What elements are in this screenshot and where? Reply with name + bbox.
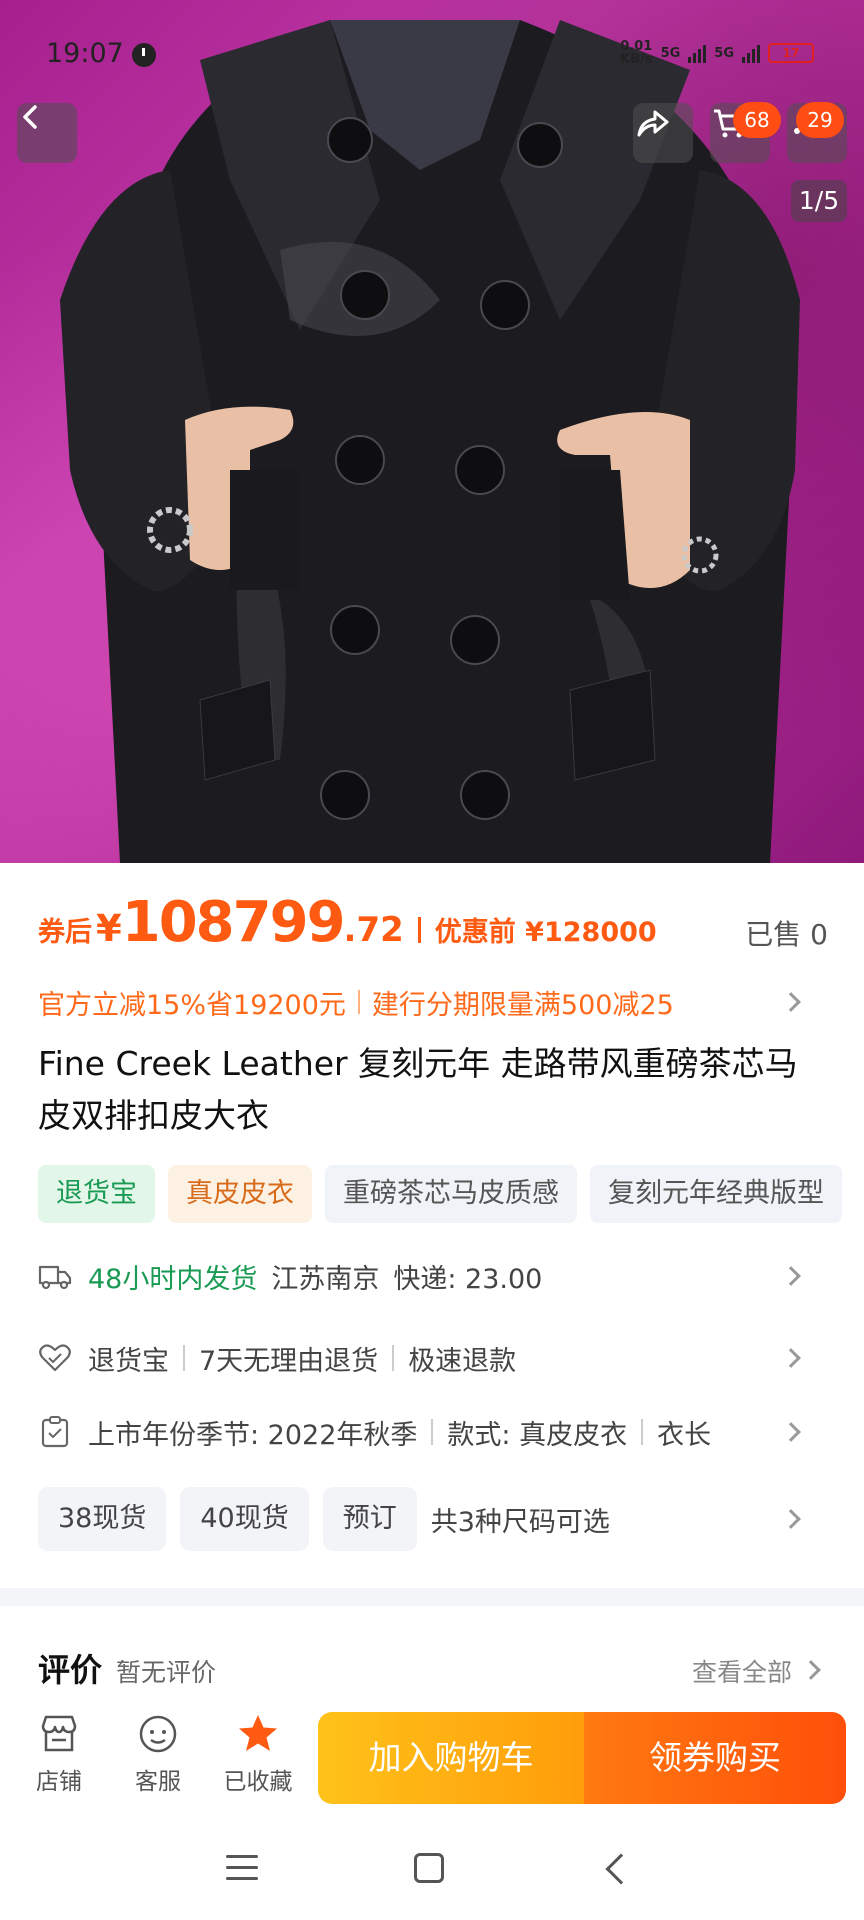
share-button[interactable]	[633, 103, 693, 163]
params-row[interactable]: 上市年份季节: 2022年秋季 款式: 真皮皮衣 衣长	[38, 1407, 828, 1457]
size-option[interactable]: 预订	[322, 1487, 417, 1551]
returns-service: 退货宝	[88, 1345, 169, 1377]
network-speed: 0.01 KB/s	[620, 40, 652, 66]
returns-row[interactable]: 退货宝 7天无理由退货 极速退款	[38, 1333, 828, 1383]
service-label: 客服	[135, 1769, 181, 1795]
original-price: 优惠前 ¥128000	[434, 917, 657, 948]
review-header[interactable]: 评价 暂无评价 查看全部	[38, 1645, 828, 1695]
signal-label-2: 5G	[714, 45, 734, 61]
param-style: 款式: 真皮皮衣	[447, 1419, 628, 1451]
service-icon	[139, 1715, 177, 1753]
clock-icon	[132, 43, 156, 67]
tag-texture[interactable]: 重磅茶芯马皮质感	[325, 1165, 577, 1223]
price-row: 券后 ¥ 108799 .72 优惠前 ¥128000	[38, 890, 838, 970]
shipping-row[interactable]: 48小时内发货 江苏南京 快递: 23.00	[38, 1251, 828, 1301]
shipping-location: 江苏南京	[271, 1263, 380, 1295]
signal-bars-2-icon	[742, 43, 760, 63]
size-option[interactable]: 38现货	[38, 1487, 167, 1551]
promo-divider	[357, 990, 360, 1014]
shop-label: 店铺	[36, 1769, 82, 1795]
product-title: Fine Creek Leather 复刻元年 走路带风重磅茶芯马皮双排扣皮大衣	[38, 1044, 798, 1135]
returns-divider-2	[392, 1345, 395, 1371]
chevron-right-icon	[781, 992, 801, 1012]
chevron-right-icon	[801, 1660, 821, 1680]
menu-icon[interactable]	[226, 1855, 258, 1883]
message-count-badge: 29	[796, 102, 844, 138]
clipboard-icon	[41, 1416, 69, 1448]
price-decimal: .72	[343, 910, 404, 950]
sold-count: 已售 0	[745, 918, 828, 951]
shipping-fee: 快递: 23.00	[393, 1263, 543, 1295]
heart-shield-icon	[39, 1344, 71, 1372]
chevron-right-icon	[781, 1348, 801, 1368]
params-divider-2	[641, 1419, 644, 1445]
chevron-right-icon	[781, 1509, 801, 1529]
signal-label-1: 5G	[660, 45, 681, 61]
tag-genuine-leather[interactable]: 真皮皮衣	[168, 1165, 312, 1223]
returns-policy: 7天无理由退货	[199, 1345, 379, 1377]
size-summary: 共3种尺码可选	[430, 1506, 610, 1538]
status-time: 19:07	[46, 38, 124, 69]
size-selector-row[interactable]: 38现货 40现货 预订 共3种尺码可选	[38, 1487, 828, 1551]
image-pager: 1/5	[791, 180, 847, 222]
price-integer: 108799	[121, 890, 346, 955]
favorite-label: 已收藏	[223, 1769, 293, 1795]
net-speed-unit: KB/s	[620, 52, 653, 67]
returns-divider-1	[183, 1345, 185, 1371]
chevron-right-icon	[781, 1422, 801, 1442]
price-currency: ¥	[96, 907, 122, 950]
param-length: 衣长	[657, 1419, 712, 1451]
shop-button[interactable]: 店铺	[19, 1712, 99, 1796]
customer-service-button[interactable]: 客服	[118, 1712, 198, 1796]
back-button[interactable]	[17, 103, 77, 163]
shop-icon	[41, 1715, 77, 1752]
battery-icon: 17	[768, 43, 814, 63]
tag-list: 退货宝 真皮皮衣 重磅茶芯马皮质感 复刻元年经典版型	[38, 1165, 864, 1223]
share-icon	[637, 110, 669, 137]
cart-count-badge: 68	[733, 102, 781, 138]
status-indicators: 0.01 KB/s 5G 5G 17	[620, 40, 814, 66]
signal-bars-1-icon	[688, 43, 707, 63]
back-icon	[23, 105, 37, 129]
review-status: 暂无评价	[116, 1658, 217, 1687]
tag-classic-cut[interactable]: 复刻元年经典版型	[590, 1165, 842, 1223]
shipping-time: 48小时内发货	[88, 1263, 258, 1295]
promo-installment: 建行分期限量满500减25	[371, 989, 674, 1021]
buy-now-button[interactable]: 领券购买	[584, 1712, 846, 1804]
tag-return-insurance[interactable]: 退货宝	[38, 1165, 155, 1223]
product-image[interactable]: 19:07 0.01 KB/s 5G 5G 17 68 29 1/5	[0, 0, 864, 863]
promo-discount: 官方立减15%省19200元	[38, 989, 346, 1021]
review-title: 评价	[38, 1651, 103, 1689]
add-to-cart-button[interactable]: 加入购物车	[318, 1712, 584, 1804]
promo-row[interactable]: 官方立减15%省19200元 建行分期限量满500减25	[38, 980, 828, 1024]
star-icon	[239, 1715, 277, 1751]
view-all-reviews-link[interactable]: 查看全部	[692, 1653, 792, 1689]
truck-icon	[38, 1265, 72, 1290]
param-season: 上市年份季节: 2022年秋季	[88, 1419, 418, 1451]
favorite-button[interactable]: 已收藏	[218, 1712, 298, 1796]
params-divider-1	[431, 1419, 434, 1445]
home-icon[interactable]	[414, 1853, 444, 1883]
price-prefix: 券后	[38, 917, 92, 948]
section-divider	[0, 1588, 864, 1606]
returns-refund: 极速退款	[408, 1345, 517, 1377]
size-option[interactable]: 40现货	[180, 1487, 309, 1551]
price-divider	[417, 917, 421, 943]
chevron-right-icon	[781, 1266, 801, 1286]
